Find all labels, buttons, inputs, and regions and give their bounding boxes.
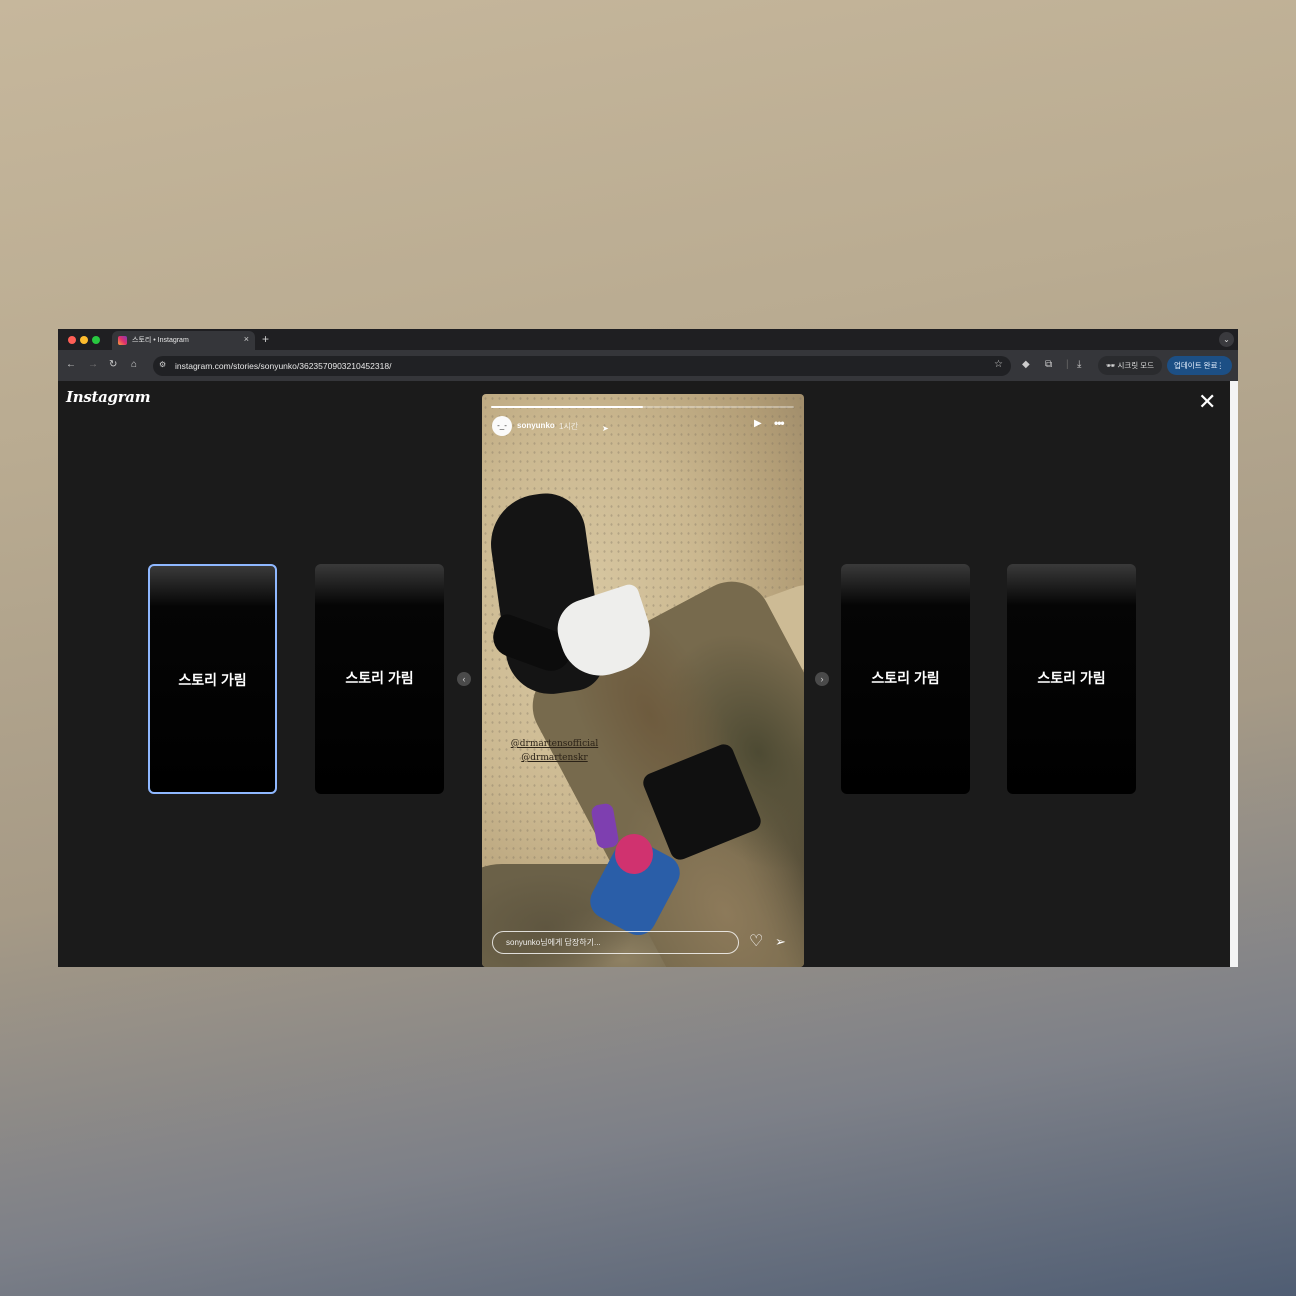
incognito-label: 시크릿 모드 [1117, 361, 1155, 370]
story-card[interactable]: 스토리 가림 [315, 564, 444, 794]
story-card[interactable]: 스토리 가림 [841, 564, 970, 794]
story-photo-keychain [615, 834, 653, 874]
url-text[interactable]: instagram.com/stories/sonyunko/362357090… [175, 361, 391, 371]
previous-story-icon[interactable]: ‹ [457, 672, 471, 686]
home-icon[interactable]: ⌂ [131, 359, 137, 371]
mention-tag[interactable]: @drmartensofficial [482, 739, 627, 749]
tab-close-icon[interactable]: × [244, 334, 249, 344]
extension-icon[interactable]: ◆ [1022, 359, 1030, 371]
story-progress-fill [491, 406, 643, 408]
mention-tag[interactable]: @drmartenskr [482, 753, 627, 763]
browser-toolbar: ← → ↻ ⌂ ⚙ instagram.com/stories/sonyunko… [58, 350, 1238, 381]
close-window-button[interactable] [68, 336, 76, 344]
tab-instagram[interactable]: 스토리 • Instagram × [112, 331, 255, 350]
incognito-indicator[interactable]: 🕶 시크릿 모드 [1098, 356, 1162, 375]
story-card-label: 스토리 가림 [871, 670, 940, 686]
active-story[interactable]: @drmartensofficial @drmartenskr -_- sony… [482, 394, 804, 967]
instagram-logo[interactable]: Instagram [66, 388, 151, 406]
reply-input[interactable] [492, 931, 739, 954]
new-tab-button[interactable]: + [262, 332, 269, 346]
story-username[interactable]: sonyunko [517, 421, 555, 430]
maximize-window-button[interactable] [92, 336, 100, 344]
tab-title: 스토리 • Instagram [132, 337, 189, 344]
browser-window: 스토리 • Instagram × + ⌄ ← → ↻ ⌂ ⚙ instagra… [58, 329, 1238, 967]
more-vert-icon: ⋮ [1216, 361, 1225, 370]
download-icon[interactable]: ⤓ [1077, 359, 1081, 371]
play-icon[interactable]: ▶ [754, 418, 762, 429]
stories-viewer: Instagram ✕ 스토리 가림 스토리 가림 ‹ @drmartensof… [58, 381, 1230, 967]
scrollbar[interactable] [1230, 381, 1238, 967]
toolbar-divider: | [1066, 359, 1069, 370]
story-card[interactable]: 스토리 가림 [148, 564, 277, 794]
next-story-icon[interactable]: › [815, 672, 829, 686]
story-timestamp: 1시간 [559, 422, 579, 431]
address-bar[interactable]: ⚙ instagram.com/stories/sonyunko/3623570… [153, 356, 1011, 376]
back-icon[interactable]: ← [66, 359, 76, 371]
send-icon[interactable]: ➢ [775, 934, 786, 950]
puzzle-icon[interactable]: ⧉ [1045, 359, 1052, 371]
tab-search-button[interactable]: ⌄ [1219, 332, 1234, 347]
close-icon[interactable]: ✕ [1198, 391, 1216, 413]
minimize-window-button[interactable] [80, 336, 88, 344]
instagram-favicon-icon [118, 336, 127, 345]
story-progress-bar [491, 406, 794, 408]
incognito-icon: 🕶 [1105, 361, 1118, 370]
story-card[interactable]: 스토리 가림 [1007, 564, 1136, 794]
update-label: 업데이트 완료 [1174, 361, 1218, 370]
more-options-icon[interactable]: ••• [774, 416, 785, 430]
reload-icon[interactable]: ↻ [109, 359, 117, 371]
story-card-label: 스토리 가림 [345, 670, 414, 686]
star-icon[interactable]: ☆ [994, 359, 1003, 370]
update-button[interactable]: 업데이트 완료 ⋮ [1167, 356, 1232, 375]
tab-bar: 스토리 • Instagram × + ⌄ [58, 329, 1238, 350]
mouse-cursor-icon: ➤ [602, 424, 609, 433]
forward-icon[interactable]: → [88, 359, 98, 371]
site-info-icon[interactable]: ⚙ [159, 360, 166, 369]
avatar[interactable]: -_- [492, 416, 512, 436]
story-card-label: 스토리 가림 [1037, 670, 1106, 686]
like-heart-icon[interactable]: ♡ [749, 933, 763, 951]
story-card-label: 스토리 가림 [178, 672, 247, 688]
